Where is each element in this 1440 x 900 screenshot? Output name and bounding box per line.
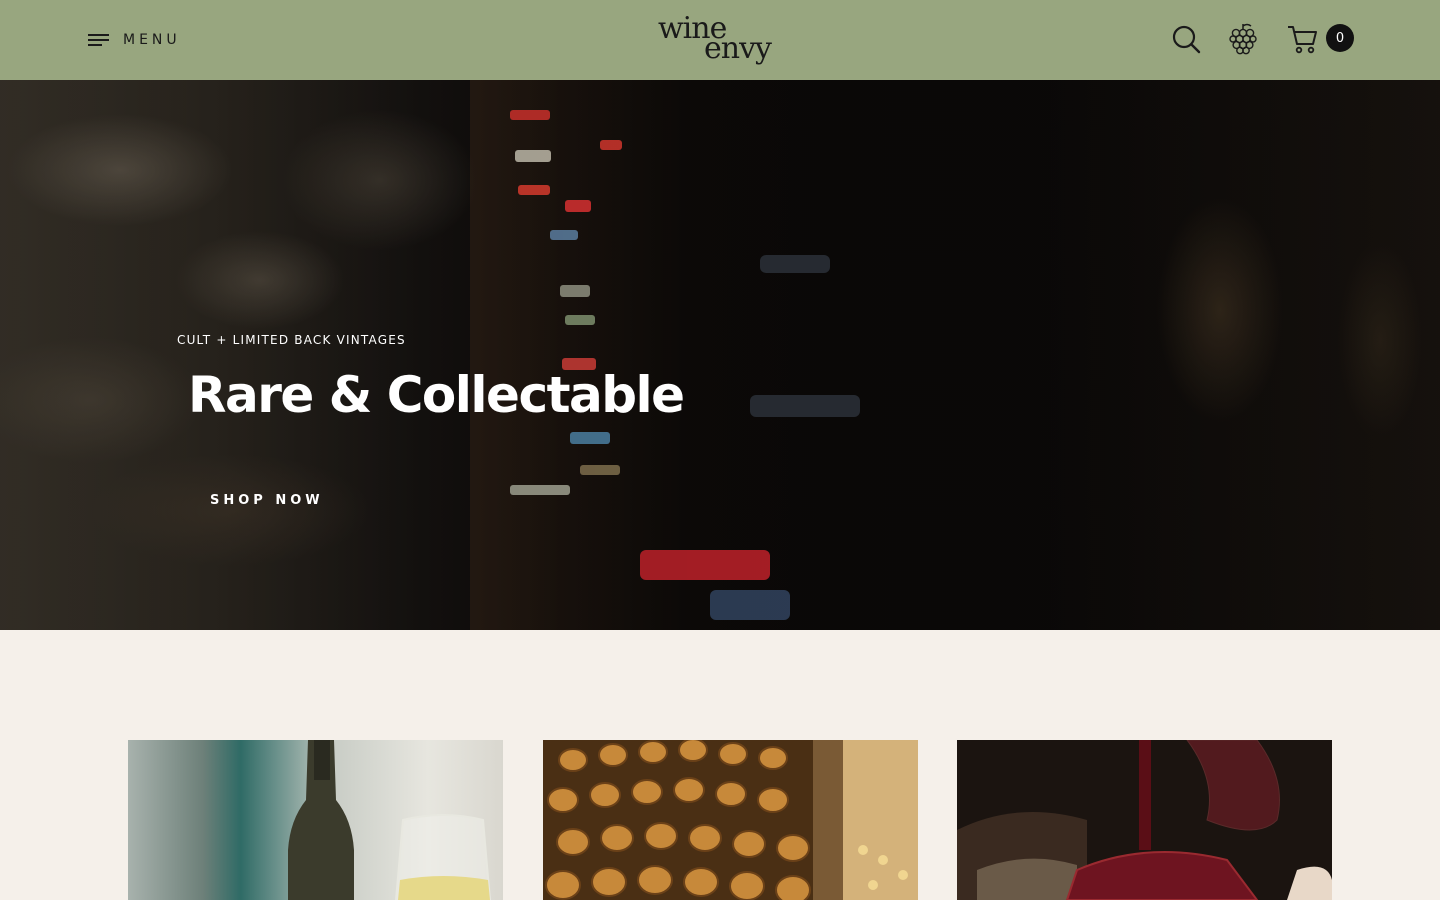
hero-title: Rare & Collectable [188,366,685,424]
search-icon [1172,25,1201,54]
hero-banner: CULT + LIMITED BACK VINTAGES Rare & Coll… [0,80,1440,630]
grape-icon [1229,23,1257,55]
menu-button[interactable]: MENU [88,28,181,52]
search-button[interactable] [1171,24,1201,54]
menu-label: MENU [123,32,181,48]
shop-now-link[interactable]: SHOP NOW [210,493,324,508]
category-card-champagne[interactable] [543,740,918,900]
category-card-white-wine[interactable] [128,740,503,900]
champagne-cellar-image [543,740,918,900]
site-logo[interactable]: wine envy [656,12,786,68]
red-wine-pour-image [957,740,1332,900]
category-card-red-wine[interactable] [957,740,1332,900]
wine-club-button[interactable] [1228,22,1258,56]
hero-eyebrow: CULT + LIMITED BACK VINTAGES [177,333,406,347]
cart-icon [1288,26,1317,54]
site-header: MENU wine envy 0 [0,0,1440,80]
cart-button[interactable] [1286,22,1320,56]
cart-count-badge[interactable]: 0 [1326,24,1354,52]
logo-word-envy: envy [704,31,772,66]
hamburger-icon [88,33,109,47]
white-wine-image [288,740,492,900]
